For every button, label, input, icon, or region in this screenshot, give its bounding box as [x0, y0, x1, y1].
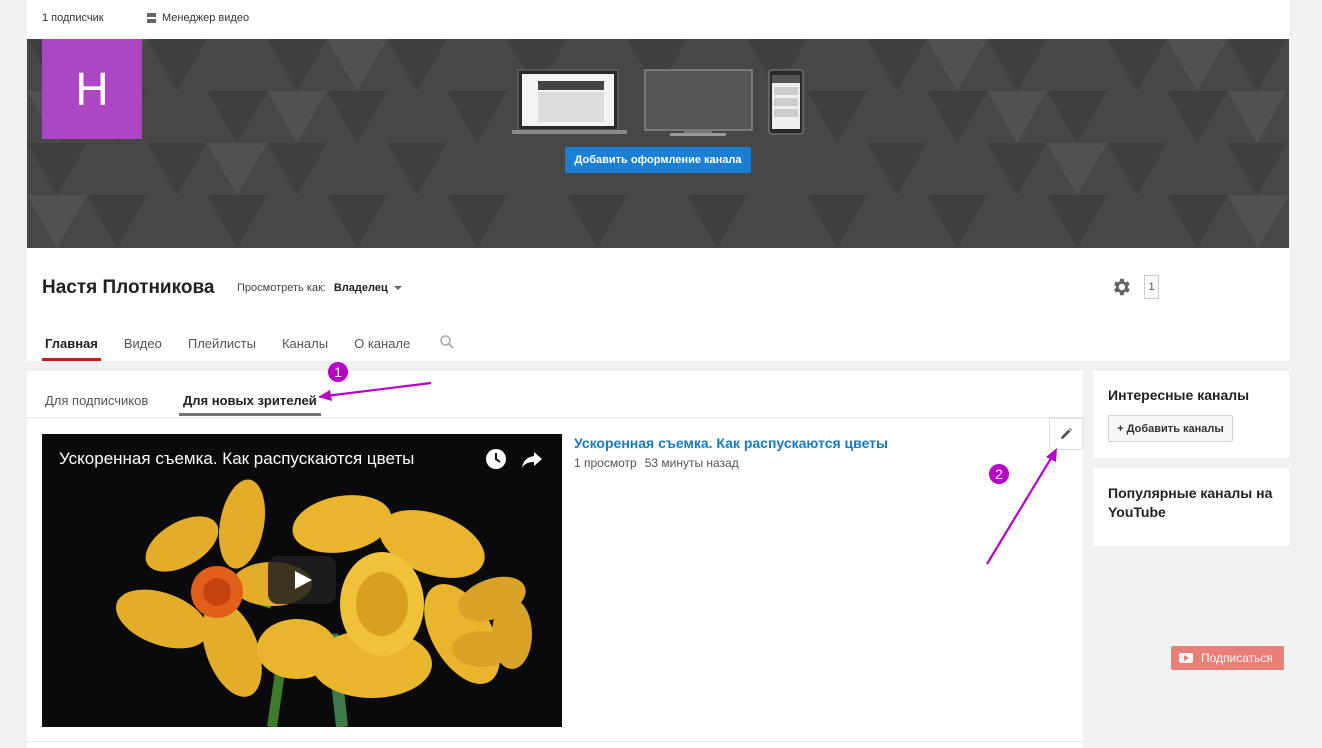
view-as-selector[interactable]: Просмотреть как: Владелец	[237, 282, 402, 294]
share-icon[interactable]	[520, 447, 544, 471]
youtube-icon	[1179, 653, 1193, 663]
audience-tabs: Для подписчиков Для новых зрителей	[27, 371, 1083, 418]
video-views: 1 просмотр	[574, 456, 637, 470]
edit-section-button[interactable]	[1049, 418, 1083, 450]
chevron-down-icon	[393, 286, 402, 290]
annotation-badge-2: 2	[989, 464, 1009, 484]
view-as-label: Просмотреть как:	[237, 282, 326, 294]
video-meta: 1 просмотр 53 минуты назад	[574, 456, 739, 470]
channel-tabs: Главная Видео Плейлисты Каналы О канале	[42, 334, 455, 361]
featured-channels-panel: Интересные каналы + Добавить каналы	[1093, 371, 1289, 458]
section-divider	[27, 741, 1083, 742]
pencil-icon	[1061, 428, 1072, 439]
channel-name: Настя Плотникова	[42, 277, 215, 298]
channel-banner: Н Добавить оформление канала	[27, 39, 1289, 248]
tab-channels[interactable]: Каналы	[279, 336, 331, 361]
popular-channels-panel: Популярные каналы на YouTube	[1093, 468, 1289, 546]
annotation-badge-1: 1	[328, 362, 348, 382]
search-icon[interactable]	[439, 334, 455, 350]
channel-avatar[interactable]: Н	[42, 39, 142, 139]
tab-videos[interactable]: Видео	[121, 336, 165, 361]
tab-playlists[interactable]: Плейлисты	[185, 336, 259, 361]
subscribe-label: Подписаться	[1201, 651, 1273, 665]
video-overlay-title[interactable]: Ускоренная съемка. Как распускаются цвет…	[59, 449, 414, 469]
tab-home[interactable]: Главная	[42, 336, 101, 361]
tab-about[interactable]: О канале	[351, 336, 413, 361]
video-player[interactable]: Ускоренная съемка. Как распускаются цвет…	[42, 434, 562, 727]
channel-topbar: 1 подписчик Менеджер видео	[27, 0, 1289, 39]
subscribe-count: 1	[1144, 275, 1159, 299]
view-as-value: Владелец	[333, 282, 388, 294]
device-preview-icon	[512, 69, 804, 136]
main-content: Для подписчиков Для новых зрителей Ускор…	[27, 371, 1083, 748]
subscriber-count: 1 подписчик	[42, 12, 104, 24]
video-manager-link[interactable]: Менеджер видео	[147, 12, 249, 24]
featured-channels-title: Интересные каналы	[1108, 387, 1250, 403]
view-as-dropdown[interactable]: Владелец	[334, 282, 402, 294]
tab-for-subscribers[interactable]: Для подписчиков	[45, 393, 148, 408]
video-manager-label: Менеджер видео	[162, 12, 250, 24]
watch-later-icon[interactable]	[484, 447, 508, 471]
play-button[interactable]	[268, 556, 336, 604]
avatar-letter: Н	[75, 63, 109, 115]
subscribe-button-main[interactable]: Подписаться	[1171, 646, 1284, 670]
gear-icon[interactable]	[1110, 276, 1132, 298]
subscribe-button[interactable]: Подписаться 1	[1144, 275, 1284, 670]
video-manager-icon	[147, 13, 156, 23]
video-age: 53 минуты назад	[644, 456, 739, 470]
add-channel-art-button[interactable]: Добавить оформление канала	[565, 147, 751, 173]
tab-for-new-viewers[interactable]: Для новых зрителей	[179, 393, 321, 416]
add-channels-button[interactable]: + Добавить каналы	[1108, 415, 1233, 442]
popular-channels-title[interactable]: Популярные каналы на YouTube	[1108, 484, 1278, 522]
channel-header: Настя Плотникова Просмотреть как: Владел…	[27, 248, 1289, 670]
video-title-link[interactable]: Ускоренная съемка. Как распускаются цвет…	[574, 435, 888, 451]
